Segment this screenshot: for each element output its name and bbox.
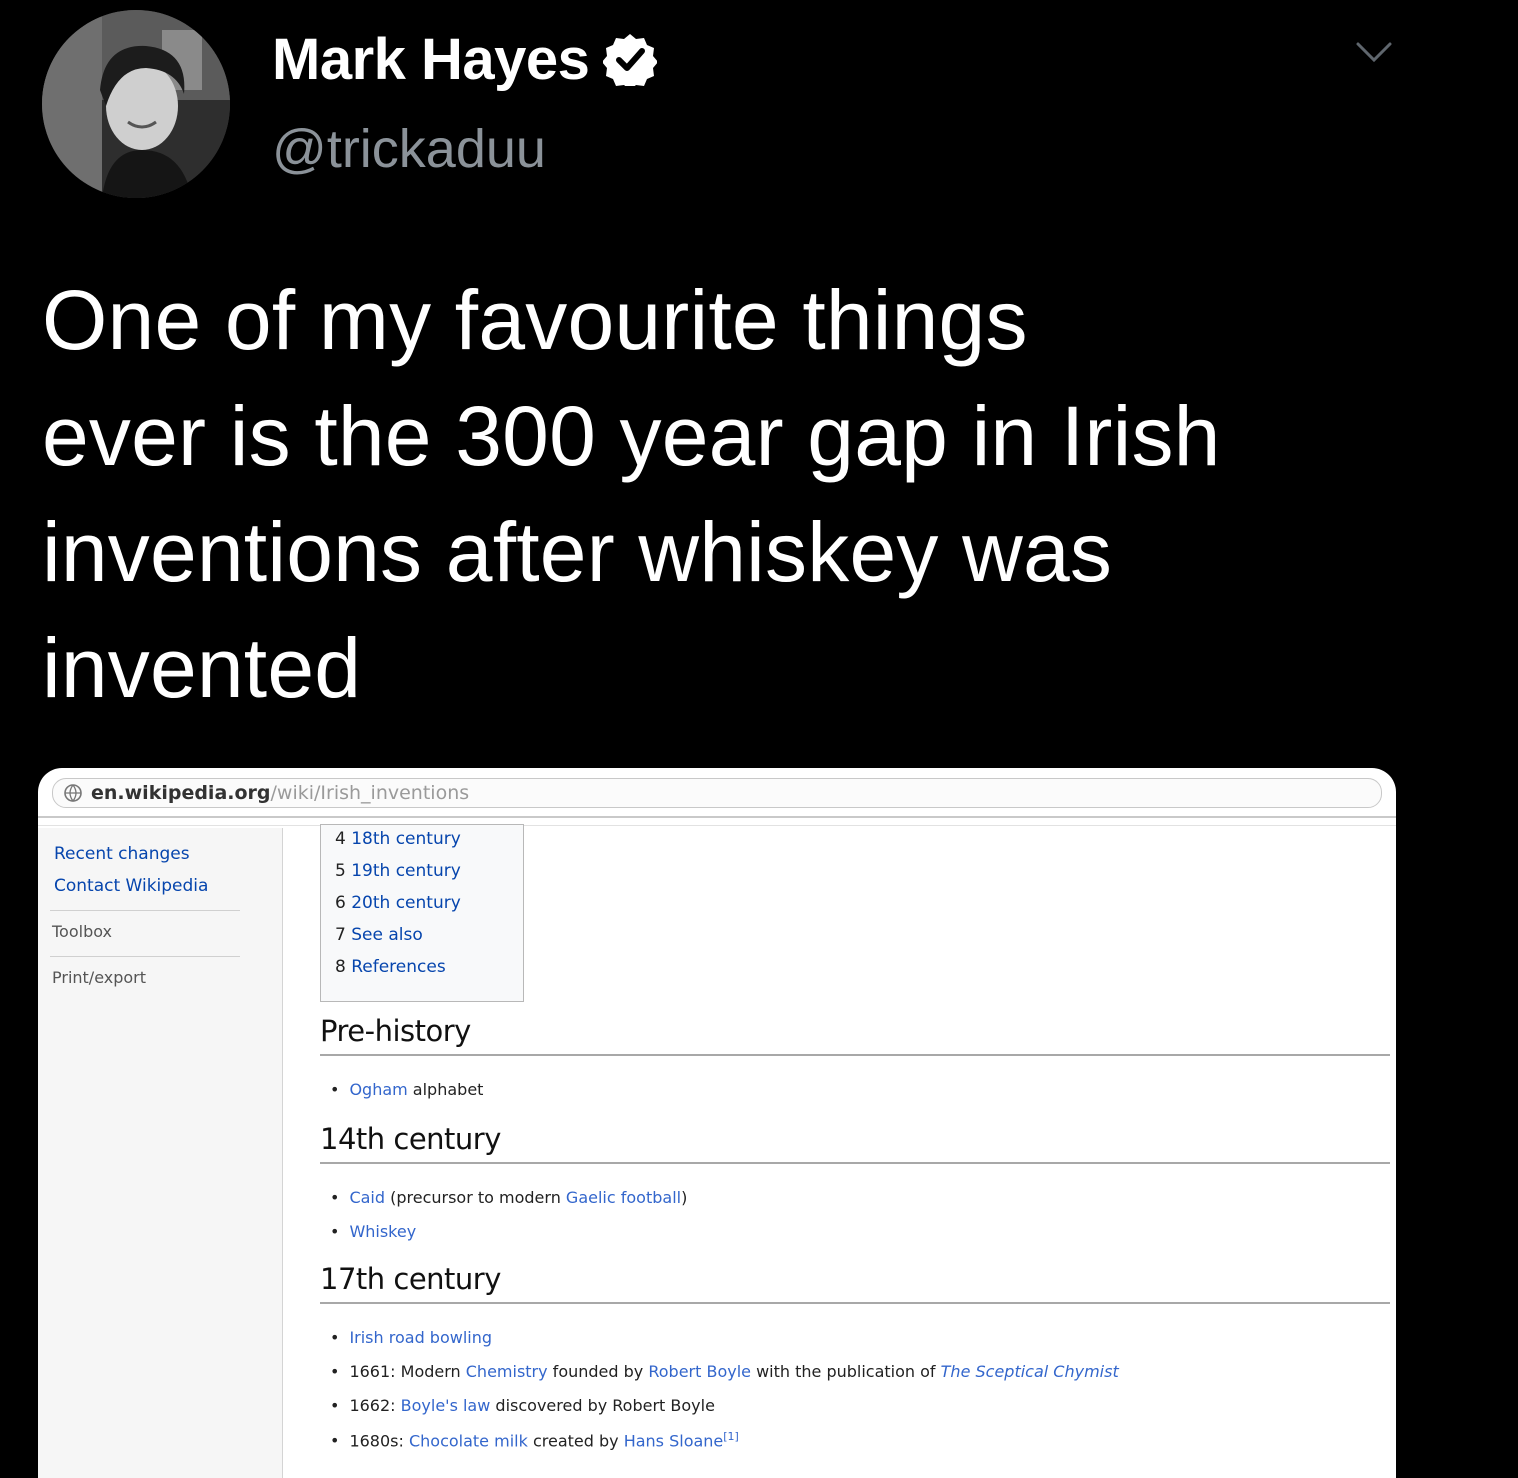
profile-photo — [42, 10, 230, 198]
list-item: Caid (precursor to modern Gaelic footbal… — [330, 1188, 687, 1207]
author-name-row[interactable]: Mark Hayes — [272, 24, 658, 94]
list-item: Irish road bowling — [330, 1328, 492, 1347]
sidebar-heading-toolbox: Toolbox — [52, 922, 112, 941]
section-divider — [320, 1162, 1390, 1164]
toc-item: 5 19th century — [335, 861, 461, 881]
globe-icon — [64, 784, 82, 803]
section-divider — [320, 1302, 1390, 1304]
list-item: Whiskey — [330, 1222, 416, 1241]
sidebar-divider — [50, 910, 240, 911]
author-handle[interactable]: @trickaduu — [272, 118, 546, 180]
toc-item: 6 20th century — [335, 893, 461, 913]
list-item: 1680s: Chocolate milk created by Hans Sl… — [330, 1430, 738, 1450]
tweet-text-line: One of my favourite things — [42, 273, 1028, 367]
toc-item: 7 See also — [335, 925, 423, 945]
toc-item: 8 References — [335, 957, 446, 977]
sidebar-heading-print: Print/export — [52, 968, 147, 987]
list-item: 1661: Modern Chemistry founded by Robert… — [330, 1362, 1118, 1381]
tweet-text: One of my favourite things ever is the 3… — [42, 262, 1472, 726]
sidebar-divider — [50, 956, 240, 957]
section-heading-14th-century: 14th century — [320, 1122, 501, 1156]
avatar[interactable] — [42, 10, 230, 198]
section-heading-prehistory: Pre-history — [320, 1014, 471, 1048]
author-name[interactable]: Mark Hayes — [272, 26, 590, 93]
list-item: 1662: Boyle's law discovered by Robert B… — [330, 1396, 714, 1415]
attached-image[interactable]: en.wikipedia.org/wiki/Irish_inventions R… — [38, 768, 1396, 1478]
tweet-text-line: ever is the 300 year gap in Irish — [42, 389, 1221, 483]
header-divider — [38, 816, 1396, 826]
list-item: Ogham alphabet — [330, 1080, 483, 1099]
sidebar-link-contact: Contact Wikipedia — [54, 876, 209, 896]
section-heading-17th-century: 17th century — [320, 1262, 501, 1296]
url-path: /wiki/Irish_inventions — [270, 782, 470, 804]
tweet-text-line: inventions after whiskey was — [42, 505, 1113, 599]
url-host: en.wikipedia.org — [91, 782, 271, 804]
address-bar: en.wikipedia.org/wiki/Irish_inventions — [52, 778, 1382, 808]
section-divider — [320, 1054, 1390, 1056]
toc-item: 4 18th century — [335, 829, 461, 849]
tweet-text-line: invented — [42, 621, 362, 715]
verified-badge-icon — [603, 34, 658, 86]
wiki-sidebar: Recent changes Contact Wikipedia Toolbox… — [38, 828, 282, 1478]
table-of-contents: 4 18th century 5 19th century 6 20th cen… — [320, 824, 524, 1002]
content-border — [282, 828, 283, 1478]
chevron-down-icon[interactable] — [1352, 38, 1396, 68]
sidebar-link-recent-changes: Recent changes — [54, 844, 190, 864]
